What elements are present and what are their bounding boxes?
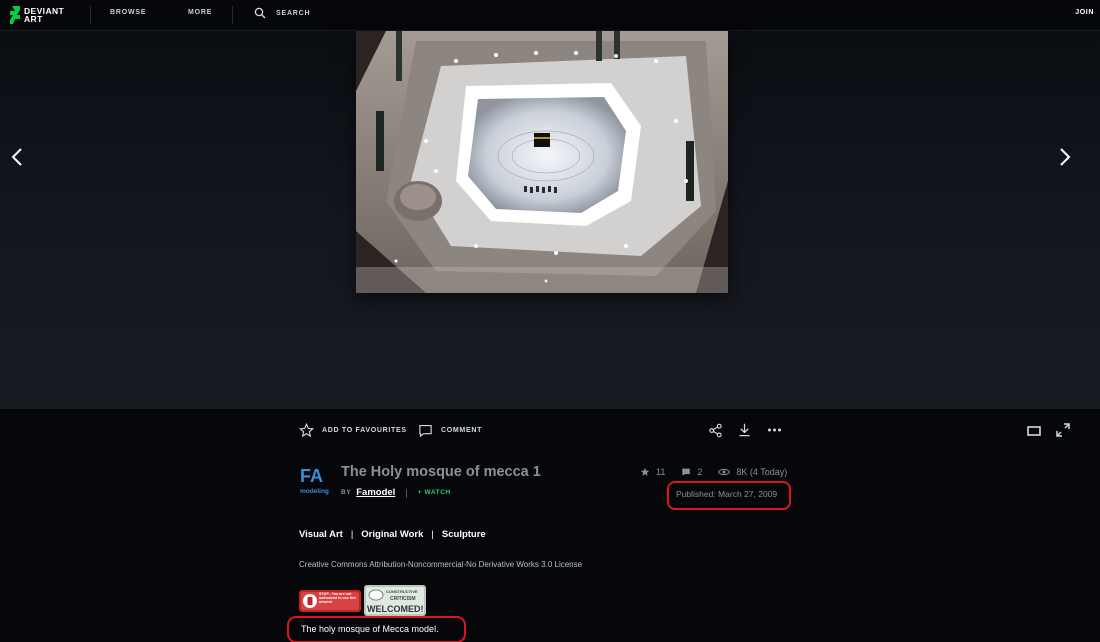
favourites-count: 11	[656, 467, 666, 477]
favourites-stat: 11	[640, 467, 665, 477]
add-to-favourites-button[interactable]: ADD TO FAVOURITES	[299, 423, 407, 438]
comment-label: COMMENT	[441, 427, 483, 434]
byline-separator: |	[405, 487, 408, 498]
comments-stat: 2	[681, 467, 702, 477]
nav-divider	[90, 6, 91, 24]
share-icon[interactable]	[708, 423, 723, 438]
stamp-line-1: CONSTRUCTIVE	[386, 589, 418, 594]
more-icon[interactable]	[767, 427, 782, 433]
views-stat: 8K (4 Today)	[718, 467, 787, 477]
artwork-image[interactable]	[356, 31, 728, 293]
published-highlight	[667, 481, 791, 510]
avatar-text-small: modeling	[300, 488, 329, 495]
comment-icon	[419, 424, 432, 438]
search-label: SEARCH	[276, 9, 311, 17]
logo-line-2: ART	[24, 14, 43, 24]
description-highlight	[287, 616, 466, 642]
comments-count: 2	[697, 467, 703, 477]
join-link[interactable]: JOIN	[1075, 9, 1094, 16]
chevron-right-icon[interactable]	[1052, 145, 1076, 169]
stamp-line-3: WELCOMED!	[367, 604, 424, 614]
stop-stamp-text: STOP - You are not authorized to use thi…	[319, 592, 357, 605]
deviation-stats: 11 2 8K (4 Today)	[640, 467, 787, 477]
stamp-line-2: CRITICISM	[390, 596, 416, 602]
category-separator: |	[431, 529, 434, 540]
download-icon[interactable]	[737, 422, 752, 438]
deviation-info: ADD TO FAVOURITES COMMENT FA modeling Th…	[0, 409, 1100, 642]
watch-button[interactable]: + WATCH	[418, 489, 451, 496]
license-text[interactable]: Creative Commons Attribution-Noncommerci…	[299, 560, 582, 569]
star-icon	[299, 423, 314, 438]
nav-browse[interactable]: BROWSE	[110, 9, 146, 16]
category-original-work[interactable]: Original Work	[361, 529, 423, 540]
search-button[interactable]: SEARCH	[254, 7, 310, 19]
comment-button[interactable]: COMMENT	[418, 423, 482, 438]
constructive-criticism-stamp: CONSTRUCTIVE CRITICISM WELCOMED!	[364, 585, 426, 616]
top-navigation: DEVIANT ART BROWSE MORE SEARCH JOIN	[0, 0, 1100, 31]
deviation-title: The Holy mosque of mecca 1	[341, 464, 541, 480]
author-link[interactable]: Famodel	[356, 487, 395, 498]
by-label: BY	[341, 489, 352, 496]
nav-divider	[232, 6, 233, 24]
add-to-favourites-label: ADD TO FAVOURITES	[322, 427, 407, 434]
artwork-stage	[0, 31, 1100, 409]
deviantart-logo-icon	[10, 6, 20, 24]
category-separator: |	[350, 529, 354, 540]
category-visual-art[interactable]: Visual Art	[299, 529, 343, 540]
comment-icon	[682, 468, 691, 476]
nav-more[interactable]: MORE	[188, 9, 212, 16]
views-count: 8K (4 Today)	[736, 467, 788, 477]
category-breadcrumb: Visual Art | Original Work | Sculpture	[299, 529, 486, 540]
chevron-left-icon[interactable]	[6, 145, 30, 169]
category-sculpture[interactable]: Sculpture	[442, 529, 486, 540]
stop-stamp: STOP - You are not authorized to use thi…	[299, 590, 361, 612]
fullscreen-icon[interactable]	[1056, 423, 1070, 437]
deviantart-logo[interactable]: DEVIANT ART	[10, 5, 68, 25]
logo-wordmark: DEVIANT ART	[24, 7, 68, 24]
star-icon	[640, 467, 650, 476]
theater-mode-icon[interactable]	[1027, 426, 1041, 436]
author-avatar[interactable]: FA modeling	[299, 465, 331, 495]
search-icon	[254, 7, 266, 19]
eye-icon	[718, 468, 731, 476]
byline: BY Famodel | + WATCH	[341, 487, 451, 498]
avatar-text-big: FA	[300, 466, 323, 486]
